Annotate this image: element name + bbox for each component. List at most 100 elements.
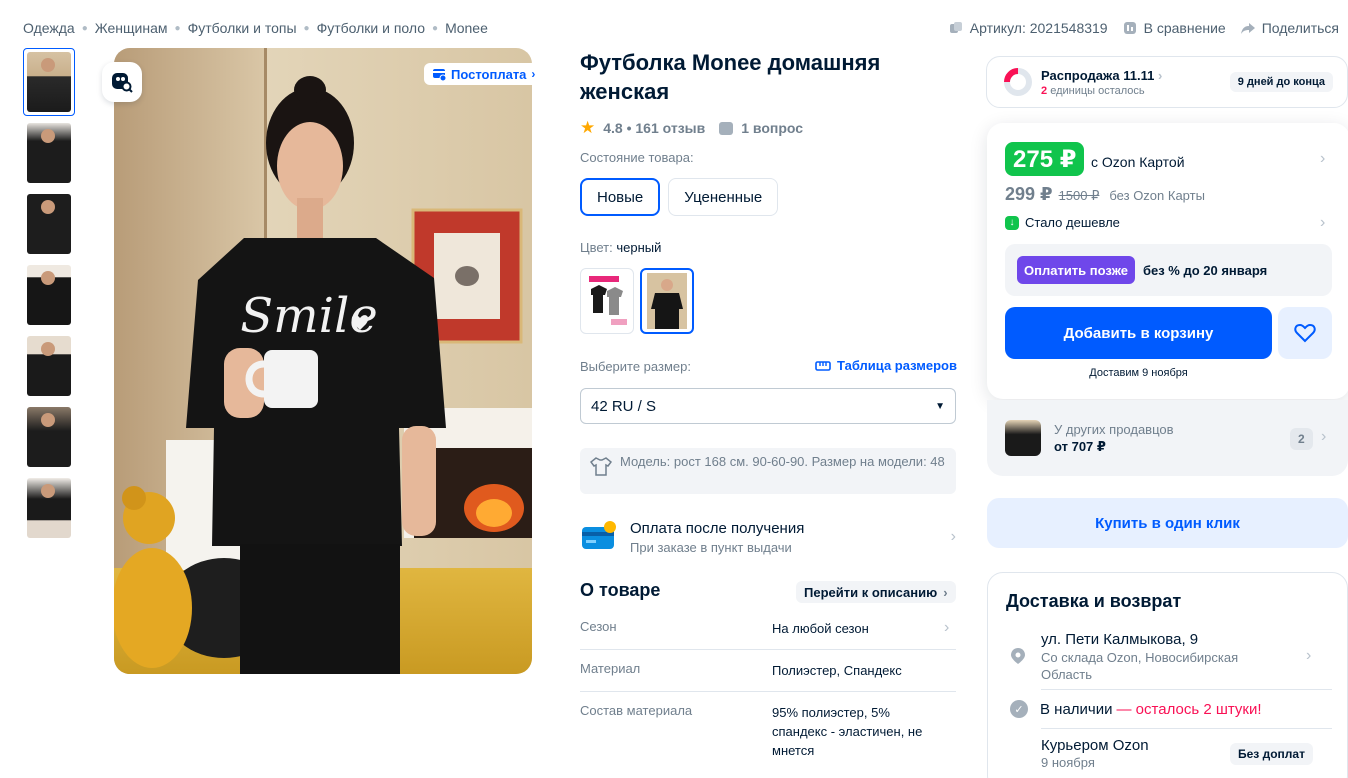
thumbnail-image [27,123,71,183]
share-button[interactable]: Поделиться [1240,20,1339,36]
divider [1041,689,1332,690]
card-icon [433,69,446,81]
favorite-button[interactable] [1278,307,1332,359]
questions-link[interactable]: 1 вопрос [741,120,803,136]
thumbnail[interactable] [23,190,75,258]
delivery-return: Доставка и возврат ул. Пети Калмыкова, 9… [987,572,1348,778]
thumbnail-image [27,265,71,325]
delivery-date: Доставим 9 ноября [1089,367,1188,379]
thumbnail-image [27,478,71,538]
price-drop-row[interactable]: ↓ Стало дешевле [1005,215,1120,230]
sale-title: Распродажа 11.11 [1041,67,1155,83]
pay-later-button[interactable]: Оплатить позже [1017,256,1135,284]
size-select[interactable]: 42 RU / S ▼ [580,388,956,424]
breadcrumb-item[interactable]: Одежда [23,20,75,36]
rating-row: ★ 4.8 • 161 отзыв 1 вопрос [580,118,803,138]
size-label: Выберите размер: [580,359,691,374]
copy-icon [949,22,962,33]
go-to-description-button[interactable]: Перейти к описанию › [796,581,956,603]
thumbnail[interactable] [23,332,75,400]
model-info-text: Модель: рост 168 см. 90-60-90. Размер на… [620,454,945,469]
caret-down-icon: ▼ [935,400,945,412]
address-line: ул. Пети Калмыкова, 9 [1041,631,1199,648]
heart-icon [1294,323,1316,343]
sale-days-badge: 9 дней до конца [1229,72,1333,92]
check-icon: ✓ [1010,700,1028,718]
thumbnail[interactable] [23,474,75,542]
thumbnail[interactable] [23,48,75,116]
breadcrumb-separator: ● [303,22,310,34]
spec-row: Состав материала 95% полиэстер, 5% спанд… [580,703,956,760]
color-swatches [580,268,694,334]
stock-row: ✓ В наличии — осталось 2 штуки! [1010,700,1262,718]
courier-badge: Без доплат [1230,743,1313,765]
spec-key: Состав материала [580,703,693,718]
spec-row[interactable]: Сезон На любой сезон › [580,619,956,638]
thumbnail[interactable] [23,261,75,329]
model-info: Модель: рост 168 см. 90-60-90. Размер на… [580,448,956,494]
thumbnail-image [27,52,71,112]
condition-label: Состояние товара: [580,150,694,165]
size-table-label: Таблица размеров [837,358,957,373]
old-price: 1500 ₽ [1058,188,1100,203]
color-value: черный [616,240,662,255]
image-search-button[interactable] [102,62,142,102]
sale-remaining-count: 2 [1041,84,1048,97]
spec-row: Материал Полиэстер, Спандекс [580,661,956,680]
other-sellers-price: от 707 ₽ [1054,439,1106,454]
chevron-right-icon[interactable]: › [1320,150,1325,168]
color-swatch-black[interactable] [640,268,694,334]
size-table-link[interactable]: Таблица размеров [815,358,957,373]
pay-after-receipt[interactable]: Оплата после получения При заказе в пунк… [580,516,956,558]
divider [580,691,956,692]
thumbnail[interactable] [23,119,75,187]
condition-discounted-button[interactable]: Уцененные [668,178,779,216]
pay-after-title: Оплата после получения [630,519,805,537]
breadcrumb-item[interactable]: Женщинам [95,20,168,36]
swatch-image [647,273,687,329]
card-payment-icon [582,521,616,549]
sale-title-row: Распродажа 11.11 › [1041,68,1230,83]
location-pin-icon [1011,648,1025,664]
chevron-right-icon: › [944,619,950,636]
breadcrumb-separator: ● [174,22,181,34]
chevron-right-icon: › [531,67,536,81]
about-title: О товаре [580,580,661,600]
condition-new-button[interactable]: Новые [580,178,661,216]
breadcrumb-item[interactable]: Футболки и топы [188,20,297,36]
question-icon [719,121,734,135]
add-to-cart-button[interactable]: Добавить в корзину [1005,307,1272,359]
breadcrumb: Одежда ● Женщинам ● Футболки и топы ● Футбо… [23,18,488,38]
courier-date: 9 ноября [1041,755,1095,770]
sale-remaining-text: единицы осталось [1050,84,1145,97]
chevron-right-icon: › [1157,67,1163,83]
sale-remaining: 2 единицы осталось [1041,85,1230,97]
sale-banner[interactable]: Распродажа 11.11 › 2 единицы осталось 9 … [986,56,1348,108]
buy-one-click-button[interactable]: Купить в один клик [987,498,1348,548]
top-actions: Артикул: 2021548319 В сравнение Поделить… [948,18,1339,38]
breadcrumb-item[interactable]: Monee [445,20,488,36]
product-title: Футболка Monee домашняя женская [580,50,881,104]
thumbnail[interactable] [23,403,75,471]
image-search-icon [112,73,133,93]
delivery-title: Доставка и возврат [1006,591,1182,611]
rating-text[interactable]: 4.8 • 161 отзыв [603,120,705,136]
pay-later-block[interactable]: Оплатить позже без % до 20 января [1005,244,1332,296]
delivery-address[interactable]: ул. Пети Калмыкова, 9 Со склада Ozon, Но… [1006,627,1334,691]
compare-button[interactable]: В сравнение [1122,20,1226,36]
article-number[interactable]: Артикул: 2021548319 [948,20,1108,36]
breadcrumb-item[interactable]: Футболки и поло [317,20,425,36]
compare-label: В сравнение [1143,20,1226,36]
postpay-badge[interactable]: Постоплата › [424,63,544,85]
regular-price-row: 299 ₽ 1500 ₽ без Ozon Карты [1005,184,1205,205]
other-sellers-title: У других продавцов [1054,422,1174,437]
regular-price: 299 ₽ [1005,184,1053,204]
chevron-right-icon: › [1321,428,1327,445]
other-sellers[interactable]: У других продавцов от 707 ₽ 2 › [987,400,1348,476]
divider [1041,728,1332,729]
color-swatch-gray[interactable] [580,268,634,334]
courier-label: Курьером Ozon [1041,737,1149,754]
product-photo[interactable]: Smile [114,48,532,674]
chevron-right-icon: › [1320,214,1326,231]
breadcrumb-separator: ● [81,22,88,34]
